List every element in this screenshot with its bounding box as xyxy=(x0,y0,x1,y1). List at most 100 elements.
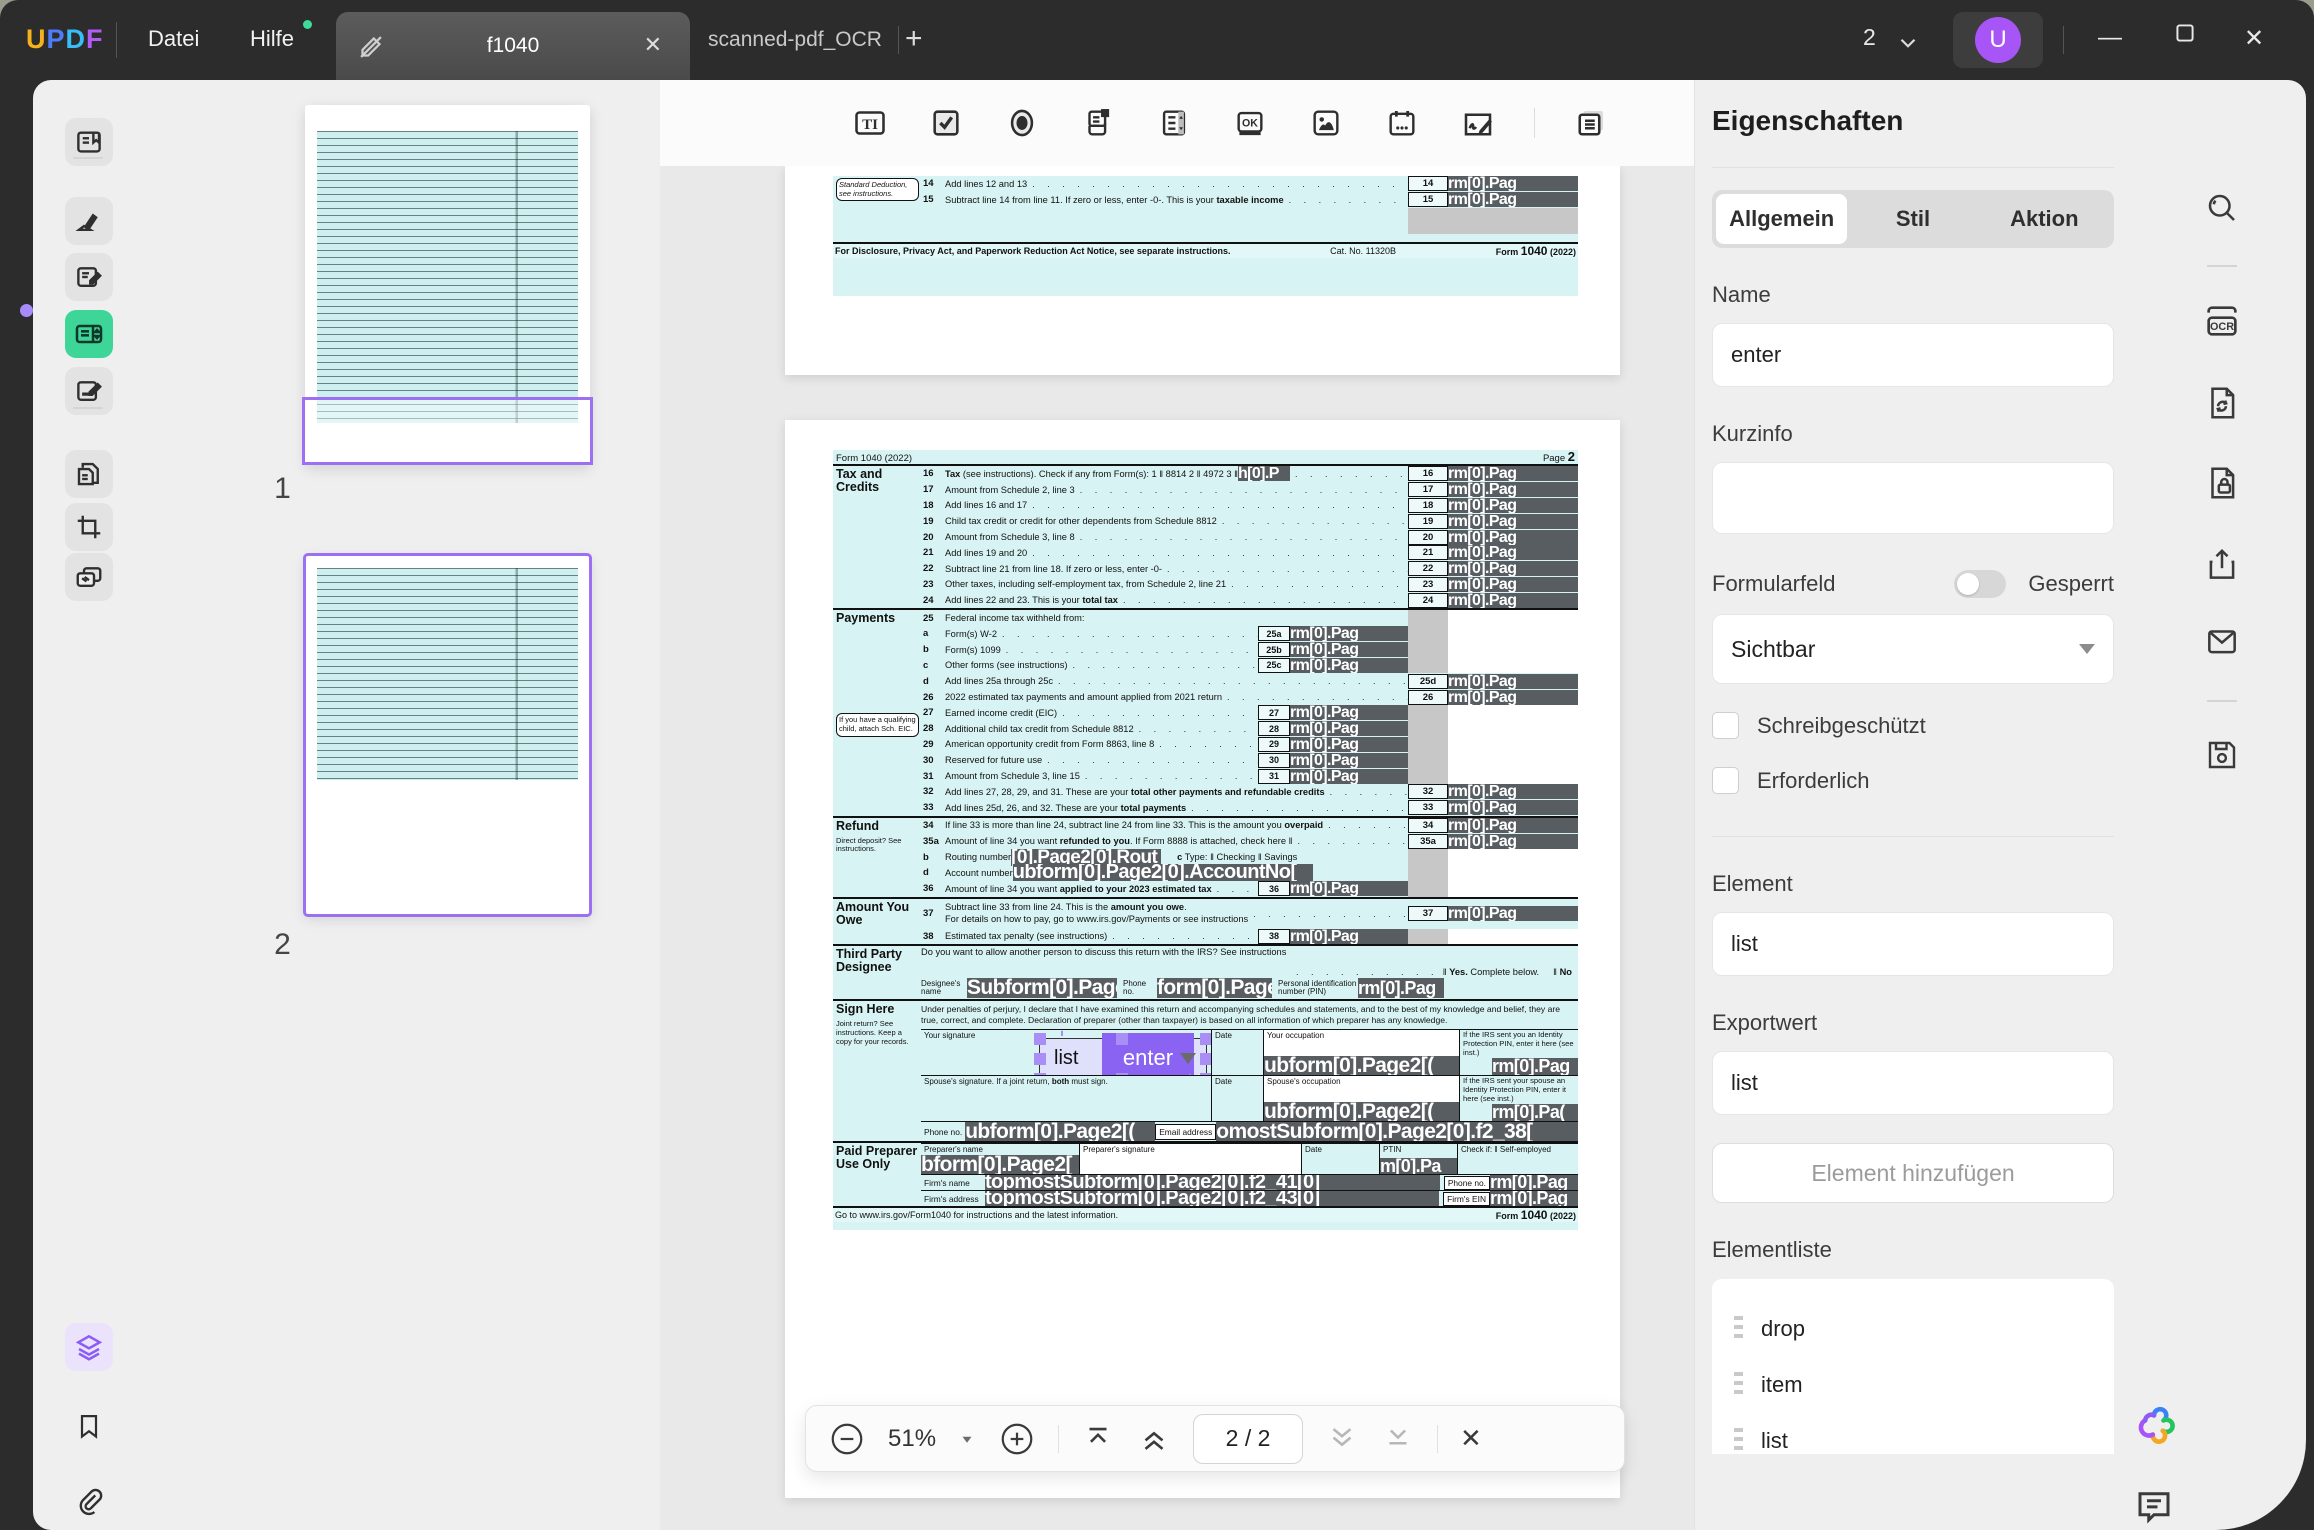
readonly-checkbox[interactable] xyxy=(1712,712,1739,739)
drag-handle-icon[interactable] xyxy=(1734,1428,1743,1454)
go-last-page-button[interactable] xyxy=(1381,1422,1415,1456)
menu-datei[interactable]: Datei xyxy=(148,26,199,52)
form-field-overlay[interactable]: rm[0].Pag xyxy=(1448,834,1578,849)
chevron-down-icon[interactable] xyxy=(1895,30,1921,56)
form-field-overlay[interactable]: Subform[0].Page2[0 xyxy=(967,978,1117,998)
list-item-list[interactable]: list xyxy=(1734,1413,2114,1454)
form-field-overlay[interactable]: m[0].Pa xyxy=(1380,1158,1457,1174)
sidebar-item-bookmark[interactable] xyxy=(65,1402,113,1450)
share-icon[interactable] xyxy=(2199,542,2245,588)
zoom-out-button[interactable] xyxy=(828,1420,866,1458)
form-field-overlay[interactable]: rm[0].Pag xyxy=(1290,753,1408,768)
tab-allgemein[interactable]: Allgemein xyxy=(1716,194,1847,244)
form-field-overlay[interactable]: rm[0].Pag xyxy=(1448,906,1578,921)
form-field-overlay[interactable]: ubform[0].Page2[( xyxy=(1264,1102,1459,1121)
save-icon[interactable] xyxy=(2199,732,2245,778)
form-field-overlay[interactable]: rm[0].Pag xyxy=(1448,593,1578,608)
form-field-overlay[interactable]: h[0].P xyxy=(1238,466,1290,481)
tab-f1040[interactable]: f1040 ✕ xyxy=(336,12,690,80)
element-input[interactable]: list xyxy=(1712,912,2114,976)
selection-handle[interactable] xyxy=(1034,1053,1046,1065)
selection-handle[interactable] xyxy=(1200,1073,1211,1075)
selection-handle[interactable] xyxy=(1200,1053,1211,1065)
form-field-overlay[interactable]: rm[0].Pag xyxy=(1448,530,1578,545)
sidebar-item-layers[interactable] xyxy=(65,1323,113,1371)
form-field-overlay[interactable]: rm[0].Pag xyxy=(1290,626,1408,641)
form-field-overlay[interactable]: ubform[0].Page2[( xyxy=(1264,1056,1459,1075)
tool-signature-field[interactable] xyxy=(1458,103,1498,143)
form-field-overlay[interactable]: form[0].Page xyxy=(1157,978,1272,998)
form-field-overlay[interactable]: rm[0].Pag xyxy=(1448,784,1578,799)
account-button[interactable]: U xyxy=(1953,12,2043,68)
menu-hilfe[interactable]: Hilfe xyxy=(250,26,294,52)
tab-stil[interactable]: Stil xyxy=(1847,194,1978,244)
next-page-button[interactable] xyxy=(1325,1422,1359,1456)
add-element-button[interactable]: Element hinzufügen xyxy=(1712,1143,2114,1203)
form-field-overlay[interactable]: rm[0].Pag xyxy=(1290,721,1408,736)
tab-aktion[interactable]: Aktion xyxy=(1979,194,2110,244)
drag-handle-icon[interactable] xyxy=(1734,1372,1743,1398)
tool-text-field[interactable]: TI xyxy=(850,103,890,143)
sidebar-item-slides[interactable] xyxy=(65,553,113,601)
tab-close-icon[interactable]: ✕ xyxy=(644,32,662,58)
exportwert-input[interactable]: list xyxy=(1712,1051,2114,1115)
form-field-overlay[interactable]: rm[0].Pag xyxy=(1448,561,1578,576)
form-field-overlay[interactable]: [0].Page2[0].Rout xyxy=(1011,849,1161,866)
form-field-overlay[interactable]: rm[0].Pag xyxy=(1448,800,1578,815)
form-field-overlay[interactable]: rm[0].Pag xyxy=(1448,192,1578,207)
tool-image-field[interactable] xyxy=(1306,103,1346,143)
form-field-overlay[interactable]: rm[0].Pag xyxy=(1448,690,1578,705)
sidebar-item-edit[interactable] xyxy=(65,253,113,301)
ocr-icon[interactable]: OCR xyxy=(2199,298,2245,344)
form-field-overlay[interactable]: bform[0].Page2[ xyxy=(921,1155,1079,1174)
tab-scanned-pdf-ocr[interactable]: scanned-pdf_OCR xyxy=(700,0,890,80)
form-field-overlay[interactable]: topmostSubform[0].Page2[0].f2_41[0] xyxy=(985,1175,1440,1190)
required-checkbox[interactable] xyxy=(1712,767,1739,794)
visibility-select[interactable]: Sichtbar xyxy=(1712,614,2114,684)
form-field-overlay[interactable]: rm[0].Pag xyxy=(1490,1175,1578,1190)
sidebar-item-comment[interactable] xyxy=(65,197,113,245)
required-row[interactable]: Erforderlich xyxy=(1712,767,2114,794)
selection-handle[interactable] xyxy=(1116,1033,1128,1045)
sidebar-item-crop[interactable] xyxy=(65,503,113,551)
viewport-indicator[interactable] xyxy=(302,397,593,465)
page-number-input[interactable]: 2 / 2 xyxy=(1193,1414,1303,1464)
form-field-overlay[interactable]: rm[0].Pag xyxy=(1448,466,1578,481)
mail-icon[interactable] xyxy=(2199,618,2245,664)
previous-page-button[interactable] xyxy=(1137,1422,1171,1456)
tool-button-field[interactable]: OK xyxy=(1230,103,1270,143)
form-field-overlay[interactable]: rm[0].Pag xyxy=(1448,482,1578,497)
sidebar-item-attachment[interactable] xyxy=(65,1477,113,1525)
convert-refresh-icon[interactable] xyxy=(2199,380,2245,426)
form-field-overlay[interactable]: topmostSubform[0].Page2[0].f2_43[0] xyxy=(985,1191,1439,1206)
form-field-overlay[interactable]: rm[0].Pag xyxy=(1448,498,1578,513)
form-field-overlay[interactable]: rm[0].Pag xyxy=(1490,1191,1578,1206)
form-field-overlay[interactable]: rm[0].Pag xyxy=(1290,769,1408,784)
protect-doc-icon[interactable] xyxy=(2199,460,2245,506)
form-field-overlay[interactable]: rm[0].Pag xyxy=(1448,545,1578,560)
close-button[interactable]: ✕ xyxy=(2244,24,2264,53)
selection-handle[interactable] xyxy=(1034,1073,1046,1075)
list-item-item[interactable]: item xyxy=(1734,1357,2114,1413)
selection-handle[interactable] xyxy=(1116,1073,1128,1075)
form-field-overlay[interactable]: rm[0].Pag xyxy=(1290,658,1408,673)
selection-handle[interactable] xyxy=(1200,1033,1211,1045)
form-field-overlay[interactable]: rm[0].Pag xyxy=(1358,978,1444,998)
go-first-page-button[interactable] xyxy=(1081,1422,1115,1456)
search-icon[interactable] xyxy=(2199,185,2245,231)
form-field-overlay[interactable]: rm[0].Pag xyxy=(1448,577,1578,592)
form-field-overlay[interactable]: ubform[0].Page2[( xyxy=(965,1122,1155,1141)
gesperrt-toggle[interactable] xyxy=(1954,570,2006,598)
zoom-dropdown-icon[interactable] xyxy=(958,1430,976,1448)
tool-date-field[interactable] xyxy=(1382,103,1422,143)
form-field-overlay[interactable]: rm[0].Pag xyxy=(1290,705,1408,720)
tool-checkbox-field[interactable] xyxy=(926,103,966,143)
tool-combobox-field[interactable] xyxy=(1078,103,1118,143)
form-field-overlay[interactable]: ubform[0].Page2[0].AccountNo[ xyxy=(1013,864,1313,881)
page-thumbnail-2[interactable] xyxy=(305,555,590,915)
form-field-overlay[interactable]: rm[0].Pag xyxy=(1448,176,1578,191)
tool-radio-field[interactable] xyxy=(1002,103,1042,143)
sidebar-item-form[interactable] xyxy=(65,310,113,358)
form-field-overlay[interactable]: rm[0].Pag xyxy=(1448,514,1578,529)
readonly-row[interactable]: Schreibgeschützt xyxy=(1712,712,2114,739)
